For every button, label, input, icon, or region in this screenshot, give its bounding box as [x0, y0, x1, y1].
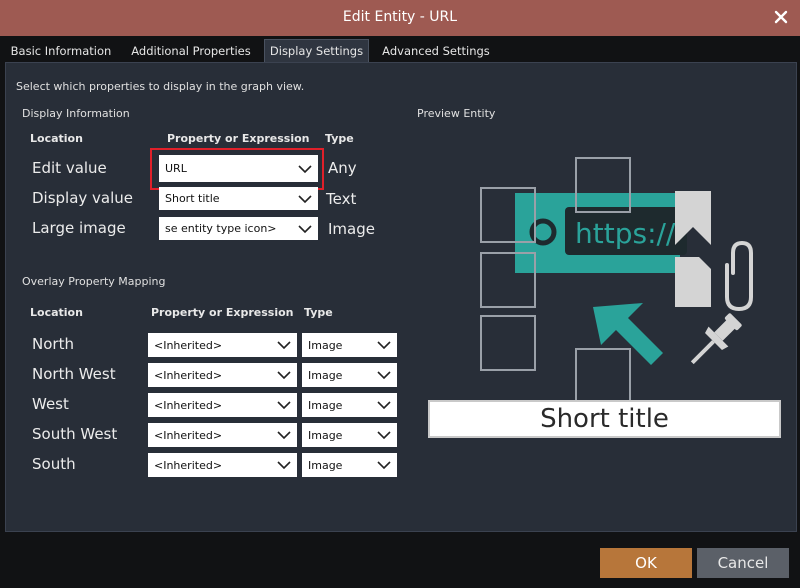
display-value-type: Text [326, 190, 357, 208]
large-image-select[interactable]: se entity type icon> [159, 217, 318, 240]
overlay-header-property: Property or Expression [151, 306, 294, 319]
overlay-north-label: North [32, 335, 74, 353]
edit-value-type: Any [328, 159, 357, 177]
entity-preview-graphic: https:// [480, 157, 753, 404]
overlay-north-type: Image [308, 338, 343, 352]
overlay-south-west-property: <Inherited> [154, 428, 223, 442]
display-header-type: Type [325, 132, 354, 145]
overlay-south-property: <Inherited> [154, 458, 223, 472]
chevron-down-icon [298, 224, 312, 233]
url-icon: https:// [515, 193, 687, 273]
overlay-north-west-property-select[interactable]: <Inherited> [148, 363, 297, 387]
overlay-west-property: <Inherited> [154, 398, 223, 412]
overlay-south-type: Image [308, 458, 343, 472]
overlay-north-property-select[interactable]: <Inherited> [148, 333, 297, 357]
chevron-down-icon [377, 341, 391, 350]
dialog-footer: OK Cancel [0, 532, 800, 588]
large-image-type: Image [328, 220, 375, 238]
chevron-down-icon [277, 401, 291, 410]
display-value-select[interactable]: Short title [159, 187, 318, 210]
edit-value-highlight [150, 148, 324, 190]
overlay-header-location: Location [30, 306, 83, 319]
overlay-header-type: Type [304, 306, 333, 319]
overlay-north-property: <Inherited> [154, 338, 223, 352]
overlay-south-label: South [32, 455, 76, 473]
overlay-north-west-type-select[interactable]: Image [302, 363, 397, 387]
chevron-down-icon [377, 431, 391, 440]
chevron-down-icon [298, 194, 312, 203]
cancel-button[interactable]: Cancel [697, 548, 789, 578]
close-button[interactable] [770, 6, 792, 28]
overlay-north-type-select[interactable]: Image [302, 333, 397, 357]
preview-entity: https:// Short title [415, 135, 790, 445]
chevron-down-icon [377, 401, 391, 410]
chevron-down-icon [277, 341, 291, 350]
overlay-west-label: West [32, 395, 69, 413]
tab-display-settings[interactable]: Display Settings [264, 39, 369, 62]
overlay-south-west-label: South West [32, 425, 118, 443]
chevron-down-icon [277, 371, 291, 380]
cursor-arrow-icon [593, 303, 663, 365]
window-title: Edit Entity - URL [342, 9, 458, 25]
tab-bar: Basic Information Additional Properties … [0, 36, 800, 62]
display-value-selected: Short title [165, 192, 220, 205]
document-icon [675, 257, 711, 307]
chevron-down-icon [277, 431, 291, 440]
display-value-label: Display value [32, 189, 134, 207]
preview-entity-label: Preview Entity [417, 107, 496, 120]
overlay-west-property-select[interactable]: <Inherited> [148, 393, 297, 417]
large-image-label: Large image [32, 219, 126, 237]
large-image-selected: se entity type icon> [165, 222, 277, 235]
close-icon [774, 10, 788, 24]
overlay-south-type-select[interactable]: Image [302, 453, 397, 477]
overlay-south-west-type: Image [308, 428, 343, 442]
overlay-west-type-select[interactable]: Image [302, 393, 397, 417]
instructions-text: Select which properties to display in th… [16, 80, 305, 93]
overlay-north-west-label: North West [32, 365, 116, 383]
display-header-location: Location [30, 132, 83, 145]
pushpin-icon [690, 313, 742, 365]
paperclip-icon [725, 240, 753, 312]
preview-display-text: Short title [428, 400, 781, 438]
overlay-south-west-property-select[interactable]: <Inherited> [148, 423, 297, 447]
display-header-property: Property or Expression [167, 132, 310, 145]
display-information-label: Display Information [22, 107, 130, 120]
overlay-mapping-label: Overlay Property Mapping [22, 275, 166, 288]
tab-additional-properties[interactable]: Additional Properties [124, 39, 258, 62]
overlay-west-type: Image [308, 398, 343, 412]
overlay-south-property-select[interactable]: <Inherited> [148, 453, 297, 477]
chevron-down-icon [377, 461, 391, 470]
bookmark-icon [675, 191, 711, 245]
ok-button[interactable]: OK [600, 548, 692, 578]
chevron-down-icon [277, 461, 291, 470]
overlay-south-west-type-select[interactable]: Image [302, 423, 397, 447]
url-text: https:// [575, 217, 676, 250]
edit-value-label: Edit value [32, 159, 107, 177]
chevron-down-icon [377, 371, 391, 380]
overlay-north-west-property: <Inherited> [154, 368, 223, 382]
overlay-north-west-type: Image [308, 368, 343, 382]
tab-basic-information[interactable]: Basic Information [4, 39, 118, 62]
tab-advanced-settings[interactable]: Advanced Settings [376, 39, 496, 62]
title-bar: Edit Entity - URL [0, 0, 800, 36]
